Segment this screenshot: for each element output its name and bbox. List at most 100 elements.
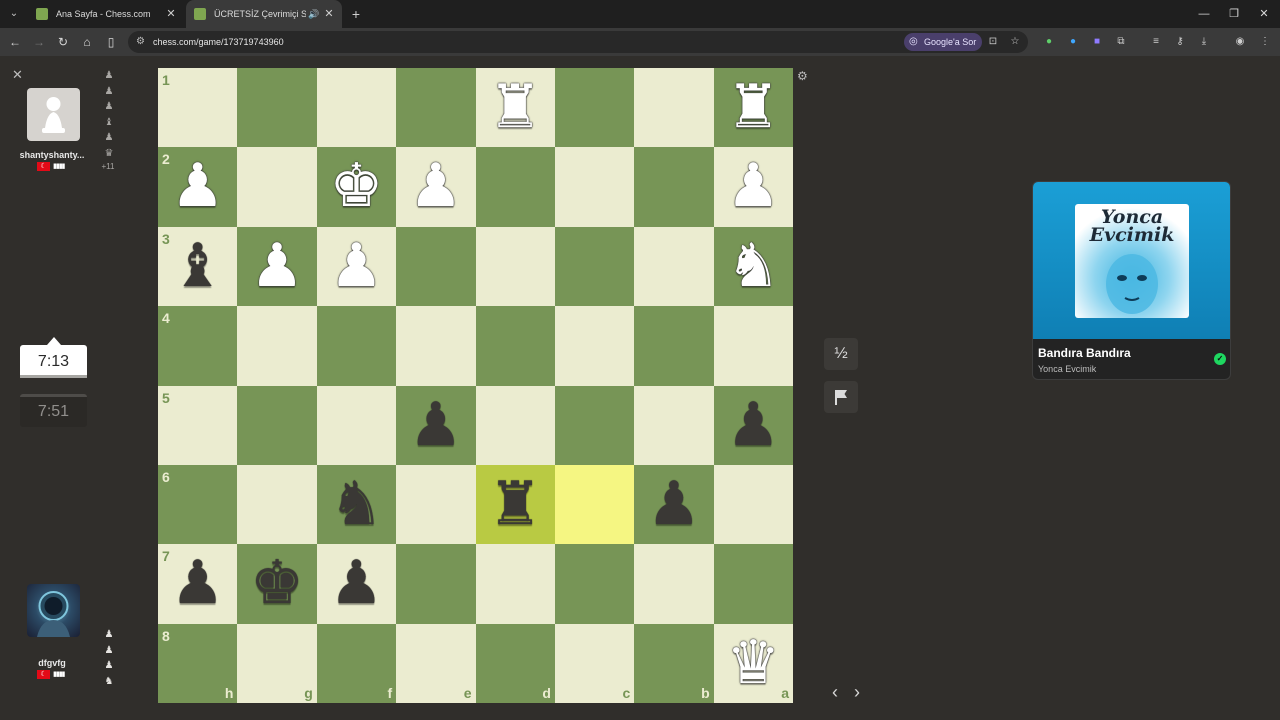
sidebar-icon[interactable]: ▯ — [101, 32, 121, 52]
square-e5[interactable]: ♟ — [396, 385, 476, 465]
white-rook-piece[interactable]: ♜ — [714, 68, 793, 147]
square-b2[interactable] — [634, 147, 714, 227]
tab-game[interactable]: ÜCRETSİZ Çevrimiçi Satranç 🔊 ✕ — [186, 0, 342, 28]
tab-home[interactable]: Ana Sayfa - Chess.com ✕ — [28, 0, 183, 28]
square-h8[interactable]: 8h — [158, 623, 238, 704]
square-f2[interactable]: ♚ — [316, 147, 397, 227]
bookmark-star-icon[interactable]: ☆ — [1006, 33, 1024, 51]
back-arrow-icon[interactable]: ← — [5, 32, 25, 52]
square-g8[interactable]: g — [237, 623, 317, 704]
square-h1[interactable]: 1 — [158, 68, 238, 148]
profile-avatar-icon[interactable]: ◉ — [1231, 33, 1249, 51]
avatar-bottom-player[interactable] — [27, 584, 80, 637]
square-c5[interactable] — [554, 385, 635, 465]
black-pawn-piece[interactable]: ♟ — [158, 544, 237, 623]
board-settings-gear-icon[interactable]: ⚙ — [797, 69, 808, 83]
tab-close-icon[interactable]: ✕ — [164, 0, 178, 28]
square-b7[interactable] — [634, 544, 714, 624]
white-pawn-piece[interactable]: ♟ — [714, 147, 793, 226]
square-b8[interactable]: b — [634, 623, 714, 704]
square-e6[interactable] — [396, 464, 476, 545]
white-queen-piece[interactable]: ♛ — [714, 624, 793, 703]
white-king-piece[interactable]: ♚ — [317, 147, 396, 226]
square-e8[interactable]: e — [396, 623, 476, 704]
black-pawn-piece[interactable]: ♟ — [396, 386, 475, 465]
square-h5[interactable]: 5 — [158, 385, 238, 465]
forward-arrow-icon[interactable]: → — [29, 32, 49, 52]
restore-button[interactable]: ❐ — [1218, 0, 1250, 28]
square-h2[interactable]: 2 ♟ — [158, 147, 238, 227]
google-sor-button[interactable]: ◎ Google'a Sor — [904, 33, 983, 51]
square-g4[interactable] — [237, 306, 317, 386]
square-f6[interactable]: ♞ — [316, 464, 397, 545]
square-c3[interactable] — [554, 226, 635, 307]
square-f5[interactable] — [316, 385, 397, 465]
download-icon[interactable]: ⤓ — [1195, 33, 1213, 51]
top-player-name[interactable]: shantyshanty... — [12, 150, 92, 160]
square-b4[interactable] — [634, 306, 714, 386]
home-icon[interactable]: ⌂ — [77, 32, 97, 52]
square-c7[interactable] — [554, 544, 635, 624]
new-tab-button[interactable]: + — [346, 4, 366, 24]
square-g2[interactable] — [237, 147, 317, 227]
reload-icon[interactable]: ↻ — [53, 32, 73, 52]
square-d2[interactable] — [475, 147, 555, 227]
black-pawn-piece[interactable]: ♟ — [634, 465, 713, 544]
square-d3[interactable] — [475, 226, 555, 307]
square-d1[interactable]: ♜ — [475, 68, 555, 148]
close-window-button[interactable]: ✕ — [1248, 0, 1280, 28]
square-g6[interactable] — [237, 464, 317, 545]
square-c4[interactable] — [554, 306, 635, 386]
square-a3[interactable]: ♞ — [713, 226, 794, 307]
square-b5[interactable] — [634, 385, 714, 465]
square-c8[interactable]: c — [554, 623, 635, 704]
square-a1[interactable]: ♜ — [713, 68, 794, 148]
square-d4[interactable] — [475, 306, 555, 386]
black-bishop-piece[interactable]: ♝ — [158, 227, 237, 306]
square-h7[interactable]: 7 ♟ — [158, 544, 238, 624]
close-panel-icon[interactable]: ✕ — [12, 67, 23, 83]
square-f8[interactable]: f — [316, 623, 397, 704]
square-e4[interactable] — [396, 306, 476, 386]
square-b1[interactable] — [634, 68, 714, 148]
white-knight-piece[interactable]: ♞ — [714, 227, 793, 306]
square-c6[interactable] — [554, 464, 635, 545]
square-c1[interactable] — [554, 68, 635, 148]
previous-move-chevron-icon[interactable]: ‹ — [826, 682, 844, 702]
square-h3[interactable]: 3 ♝ — [158, 226, 238, 307]
extension-purple-icon[interactable]: ■ — [1088, 33, 1106, 51]
square-b3[interactable] — [634, 226, 714, 307]
square-d5[interactable] — [475, 385, 555, 465]
square-g7[interactable]: ♚ — [237, 544, 317, 624]
square-b6[interactable]: ♟ — [634, 464, 714, 545]
install-app-icon[interactable]: ⊡ — [984, 33, 1002, 51]
password-key-icon[interactable]: ⚷ — [1171, 33, 1189, 51]
media-now-playing-card[interactable]: Yonca Evcimik Bandıra Bandıra Yonca Evci… — [1032, 181, 1231, 380]
speaker-icon[interactable]: 🔊 — [308, 0, 319, 28]
square-h6[interactable]: 6 — [158, 464, 238, 545]
square-e7[interactable] — [396, 544, 476, 624]
square-a7[interactable] — [713, 544, 794, 624]
black-knight-piece[interactable]: ♞ — [317, 465, 396, 544]
square-h4[interactable]: 4 — [158, 306, 238, 386]
square-f7[interactable]: ♟ — [316, 544, 397, 624]
tab-list-chevron-icon[interactable]: ⌄ — [5, 5, 23, 23]
black-pawn-piece[interactable]: ♟ — [317, 544, 396, 623]
square-a4[interactable] — [713, 306, 794, 386]
black-king-piece[interactable]: ♚ — [237, 544, 316, 623]
square-g1[interactable] — [237, 68, 317, 148]
next-move-chevron-icon[interactable]: › — [848, 682, 866, 702]
square-d7[interactable] — [475, 544, 555, 624]
saved-check-icon[interactable]: ✓ — [1214, 353, 1226, 365]
site-info-icon[interactable]: ⚙ — [136, 35, 150, 49]
extensions-puzzle-icon[interactable]: ⧉ — [1112, 33, 1130, 51]
white-rook-piece[interactable]: ♜ — [476, 68, 555, 147]
square-a8[interactable]: a ♛ — [713, 623, 794, 704]
avatar-top-player[interactable] — [27, 88, 80, 141]
square-g5[interactable] — [237, 385, 317, 465]
offer-draw-button[interactable]: ½ — [824, 338, 858, 370]
white-pawn-piece[interactable]: ♟ — [317, 227, 396, 306]
square-f4[interactable] — [316, 306, 397, 386]
resign-button[interactable] — [824, 381, 858, 413]
menu-kebab-icon[interactable]: ⋮ — [1256, 33, 1274, 51]
